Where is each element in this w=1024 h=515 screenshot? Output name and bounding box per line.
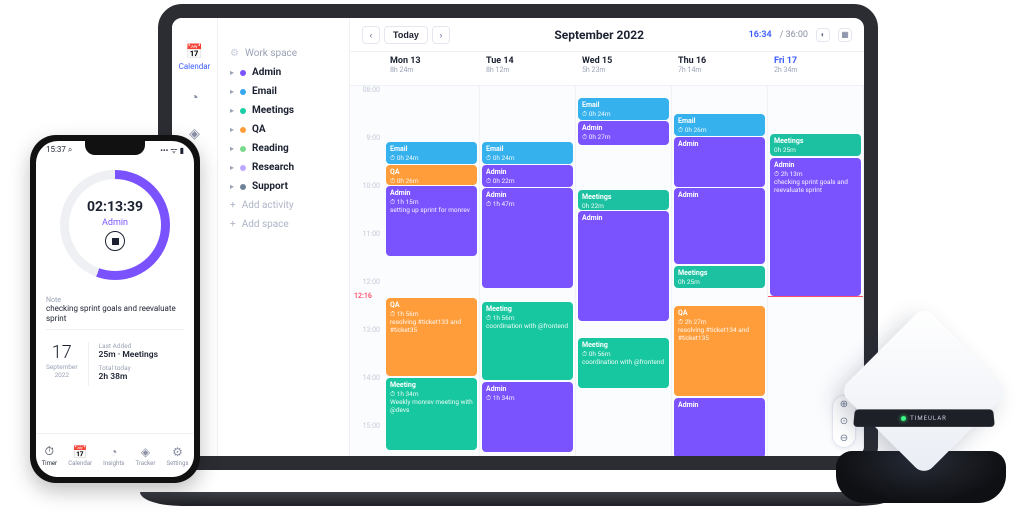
sidebar-item-email[interactable]: ▸Email <box>228 82 339 101</box>
plus-icon: + <box>230 219 236 230</box>
sidebar-item-qa[interactable]: ▸QA <box>228 120 339 139</box>
event[interactable]: Email⏱ 0h 24m <box>482 142 573 164</box>
event[interactable]: Email⏱ 0h 24m <box>578 98 669 120</box>
pie-chart-icon: ◔ <box>178 89 212 106</box>
calendar-main: ‹ Today › September 2022 16:34 / 36:00 ◐… <box>350 18 864 456</box>
stop-button[interactable] <box>105 231 125 251</box>
add-space-button[interactable]: +Add space <box>228 215 339 234</box>
add-activity-button[interactable]: +Add activity <box>228 196 339 215</box>
day-col-wed: Email⏱ 0h 24m Admin⏱ 0h 27m Meetings0h 2… <box>576 86 672 456</box>
calendar-icon: 📅 <box>73 445 88 459</box>
stopwatch-icon: ⏱ <box>45 444 54 459</box>
event[interactable]: Admin⏱ 0h 22m <box>482 165 573 187</box>
event[interactable]: Admin <box>674 188 765 264</box>
laptop-screen: 📅 Calendar ◔ ◈ ⚙ Work space ▸Admin ▸Emai… <box>158 4 878 470</box>
event[interactable]: Admin <box>578 211 669 321</box>
nav-calendar[interactable]: 📅 Calendar <box>178 44 212 71</box>
tracker-brand-band: TIMEULAR <box>853 409 995 426</box>
laptop-mockup: 📅 Calendar ◔ ◈ ⚙ Work space ▸Admin ▸Emai… <box>140 0 900 510</box>
calendar-toolbar: ‹ Today › September 2022 16:34 / 36:00 ◐… <box>350 18 864 52</box>
next-week-button[interactable]: › <box>432 26 450 44</box>
today-button[interactable]: Today <box>384 26 428 44</box>
day-header-thu: Thu 167h 14m <box>672 52 768 85</box>
event[interactable]: Email⏱ 0h 24m <box>386 142 477 164</box>
phone-notch <box>85 141 145 155</box>
calendar-view-icon[interactable]: ▦ <box>838 28 852 42</box>
total-today-value: 2h 38m <box>99 372 184 382</box>
sidebar-item-meetings[interactable]: ▸Meetings <box>228 101 339 120</box>
event[interactable]: Meeting⏱ 1h 34mWeekly monrev meeting wit… <box>386 378 477 450</box>
tracker-icon: ◈ <box>141 445 150 459</box>
activity-sidebar: ⚙ Work space ▸Admin ▸Email ▸Meetings ▸QA… <box>218 18 350 456</box>
day-header-wed: Wed 155h 23m <box>576 52 672 85</box>
goal-current: 16:34 <box>749 30 772 40</box>
now-indicator <box>768 296 863 297</box>
tracker-device: TIMEULAR <box>836 323 1006 503</box>
timer-value: 02:13:39 <box>87 199 143 215</box>
laptop-base <box>140 466 900 510</box>
event[interactable]: Meetings0h 25m <box>770 134 861 156</box>
nav-insights[interactable]: ◔ <box>178 89 212 108</box>
event[interactable]: Admin⏱ 2h 13mchecking sprint goals and r… <box>770 158 861 296</box>
tab-settings[interactable]: ⚙Settings <box>167 445 189 467</box>
gear-icon: ⚙ <box>230 48 239 59</box>
tab-tracker[interactable]: ◈Tracker <box>136 445 156 467</box>
sidebar-item-research[interactable]: ▸Research <box>228 158 339 177</box>
event[interactable]: Email⏱ 0h 26m <box>674 114 765 136</box>
timer-ring: 02:13:39 Admin <box>60 170 170 280</box>
event[interactable]: Admin <box>674 398 765 456</box>
event[interactable]: Meetings0h 22m <box>578 190 669 210</box>
time-axis: 08:009:0010:0011:0012:0013:0014:0015:001… <box>350 86 384 456</box>
prev-week-button[interactable]: ‹ <box>362 26 380 44</box>
day-header-fri: Fri 172h 34m <box>768 52 864 85</box>
event[interactable]: Meetings0h 25m <box>674 266 765 288</box>
day-header-tue: Tue 148h 12m <box>480 52 576 85</box>
tab-calendar[interactable]: 📅Calendar <box>68 445 92 467</box>
insights-icon: ◔ <box>110 445 117 459</box>
battery-icon: ••• ᯤ ▮ <box>160 145 184 156</box>
goal-icon[interactable]: ◐ <box>816 28 830 42</box>
last-added-value: 25m · Meetings <box>99 350 184 360</box>
event[interactable]: QA⏱ 0h 26m <box>386 165 477 185</box>
event[interactable]: Admin⏱ 1h 47m <box>482 188 573 288</box>
calendar-title: September 2022 <box>458 28 741 42</box>
event[interactable]: Admin <box>674 137 765 187</box>
gear-icon: ⚙ <box>172 445 183 459</box>
tab-insights[interactable]: ◔Insights <box>103 445 124 467</box>
workspace-header: ⚙ Work space <box>228 44 339 63</box>
sidebar-item-reading[interactable]: ▸Reading <box>228 139 339 158</box>
timer-activity[interactable]: Admin <box>102 218 128 228</box>
event[interactable]: QA⏱ 1h 56mresolving #ticket133 and #tick… <box>386 298 477 376</box>
plus-icon: + <box>230 200 236 211</box>
date-block: 17 September 2022 <box>46 342 78 386</box>
phone-mockup: 15:37 ⌕ ••• ᯤ ▮ 02:13:39 Admin Note chec… <box>30 135 200 483</box>
event[interactable]: QA⏱ 2h 27mresolving #ticket134 and #tick… <box>674 306 765 396</box>
calendar-icon: 📅 <box>178 44 212 60</box>
day-col-tue: Email⏱ 0h 24m Admin⏱ 0h 22m Admin⏱ 1h 47… <box>480 86 576 456</box>
tracker-brand: TIMEULAR <box>910 415 947 422</box>
note-input[interactable]: checking sprint goals and reevaluate spr… <box>46 304 184 325</box>
phone-tabbar: ⏱Timer 📅Calendar ◔Insights ◈Tracker ⚙Set… <box>36 433 194 477</box>
tracker-led-icon <box>901 416 906 421</box>
tab-timer[interactable]: ⏱Timer <box>42 444 58 467</box>
event[interactable]: Admin⏱ 0h 27m <box>578 121 669 145</box>
note-label: Note <box>46 296 184 304</box>
goal-total: / 36:00 <box>780 30 808 40</box>
event[interactable]: Admin⏱ 1h 15msetting up sprint for monre… <box>386 186 477 256</box>
sidebar-item-admin[interactable]: ▸Admin <box>228 63 339 82</box>
event[interactable]: Meeting⏱ 1h 56mcoordination with @fronte… <box>482 302 573 380</box>
sidebar-item-support[interactable]: ▸Support <box>228 177 339 196</box>
calendar-grid: Mon 138h 24m Tue 148h 12m Wed 155h 23m T… <box>350 52 864 456</box>
nav-calendar-label: Calendar <box>179 62 211 71</box>
event[interactable]: Meeting⏱ 0h 56mcoordination with @fronte… <box>578 338 669 388</box>
event[interactable]: Admin⏱ 1h 34m <box>482 382 573 452</box>
day-col-thu: Email⏱ 0h 26m Admin Admin Meetings0h 25m… <box>672 86 768 456</box>
day-col-mon: Email⏱ 0h 24m QA⏱ 0h 26m Admin⏱ 1h 15mse… <box>384 86 480 456</box>
now-time-label: 12:16 <box>354 292 372 300</box>
day-header-mon: Mon 138h 24m <box>384 52 480 85</box>
